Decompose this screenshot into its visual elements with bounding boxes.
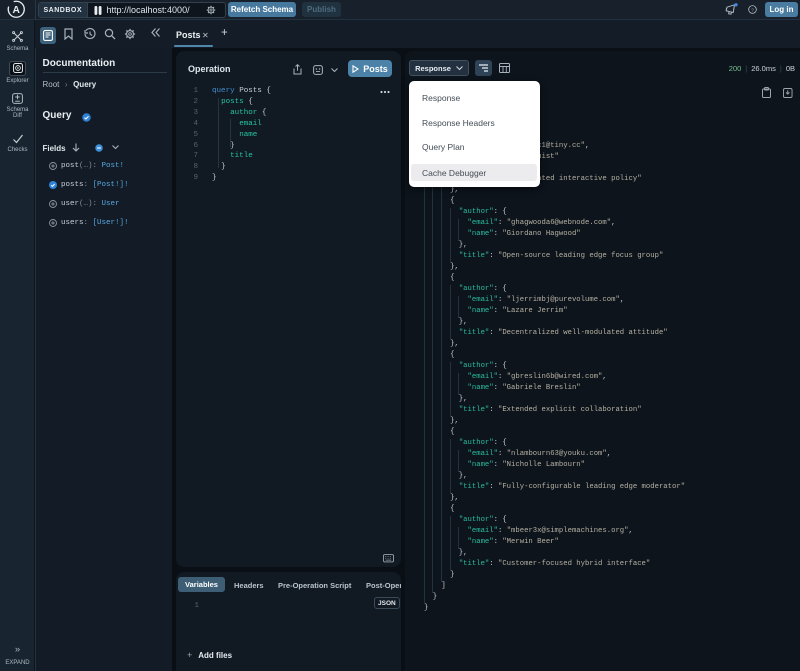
svg-text:?: ?: [751, 7, 754, 13]
svg-text:A: A: [13, 5, 21, 16]
